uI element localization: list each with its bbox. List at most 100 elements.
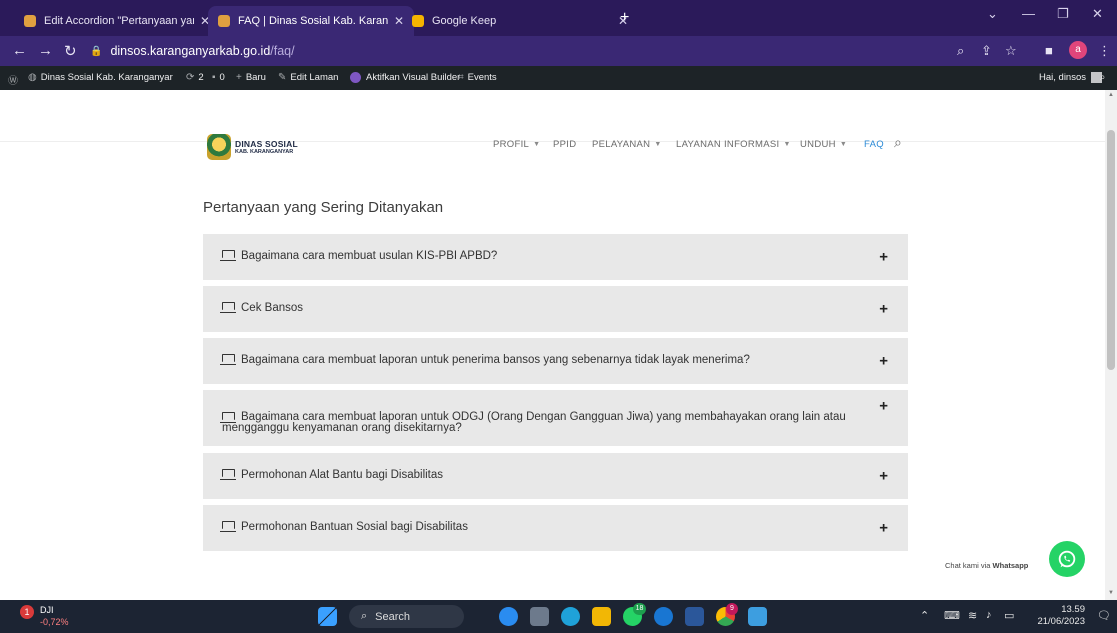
file-explorer-icon[interactable] — [592, 607, 611, 626]
page-scrollbar[interactable]: ▲ ▼ — [1105, 90, 1117, 600]
whatsapp-icon — [1058, 550, 1076, 568]
restore-icon[interactable]: ❐ — [1057, 6, 1069, 22]
browser-toolbar: ← → ↻ 🔒 dinsos.karanganyarkab.go.id/faq/… — [0, 36, 1117, 66]
wp-updates[interactable]: ⟳ 2 — [186, 72, 204, 83]
word-icon[interactable] — [685, 607, 704, 626]
expand-plus-icon[interactable]: + — [879, 397, 888, 414]
comment-icon: ▪ — [212, 72, 216, 83]
karanganyar-emblem-icon — [207, 134, 231, 160]
zoom-icon[interactable]: ⌕ — [957, 43, 964, 59]
skype-icon[interactable] — [654, 607, 673, 626]
stock-widget-icon[interactable]: 1 — [20, 605, 40, 625]
site-search-icon[interactable]: ⌕ — [894, 134, 902, 151]
browser-tab-bar: Edit Accordion "Pertanyaan yang ✕ FAQ | … — [0, 0, 1117, 36]
scroll-down-icon[interactable]: ▼ — [1108, 590, 1114, 596]
nav-pelayanan[interactable]: PELAYANAN ▼ — [592, 139, 662, 150]
lock-icon[interactable]: 🔒 — [90, 46, 102, 57]
url-path: /faq/ — [270, 44, 295, 58]
tray-chevron-up-icon[interactable]: ⌃ — [920, 609, 929, 622]
keyboard-icon[interactable]: ⌨ — [944, 609, 960, 622]
share-icon[interactable]: ⇪ — [981, 43, 992, 59]
notification-icon[interactable]: 🗨 — [1097, 609, 1111, 622]
faq-accordion-item[interactable]: Permohonan Bantuan Sosial bagi Disabilit… — [203, 505, 908, 551]
faq-accordion-item[interactable]: Cek Bansos + — [203, 286, 908, 332]
nav-ppid[interactable]: PPID — [553, 139, 576, 150]
side-panel-icon[interactable]: ■ — [1045, 43, 1053, 58]
bookmark-star-icon[interactable]: ☆ — [1005, 43, 1017, 59]
reload-icon[interactable]: ↻ — [64, 42, 77, 60]
clock-date: 21/06/2023 — [1037, 616, 1085, 627]
profile-avatar[interactable]: a — [1069, 41, 1087, 59]
whatsapp-app-icon[interactable]: 18 — [623, 603, 646, 626]
edge-icon[interactable] — [561, 607, 580, 626]
whatsapp-badge: 18 — [633, 603, 646, 615]
wp-edit-page[interactable]: ✎ Edit Laman — [278, 72, 338, 83]
whatsapp-chat-button[interactable] — [1049, 541, 1085, 577]
wifi-icon[interactable]: ≋ — [968, 609, 977, 622]
nav-unduh[interactable]: UNDUH ▼ — [800, 139, 847, 150]
expand-plus-icon[interactable]: + — [879, 520, 888, 537]
tab-edit-accordion[interactable]: Edit Accordion "Pertanyaan yang ✕ — [14, 6, 220, 36]
nav-layanan-informasi[interactable]: LAYANAN INFORMASI ▼ — [676, 139, 791, 150]
whatsapp-chat-label[interactable]: Chat kami via Whatsapp — [945, 561, 1028, 570]
address-bar[interactable]: 🔒 dinsos.karanganyarkab.go.id/faq/ — [90, 41, 940, 61]
expand-plus-icon[interactable]: + — [879, 353, 888, 370]
wp-site-name[interactable]: ◍ Dinas Sosial Kab. Karanganyar — [28, 72, 173, 83]
stock-change: -0,72% — [40, 617, 69, 627]
site-logo[interactable]: DINAS SOSIAL KAB. KARANGANYAR — [207, 134, 298, 160]
battery-icon[interactable]: ▭ — [1004, 609, 1014, 622]
expand-plus-icon[interactable]: + — [879, 301, 888, 318]
forward-icon[interactable]: → — [38, 42, 53, 59]
clock[interactable]: 13.59 21/06/2023 — [1031, 604, 1085, 628]
task-view-icon[interactable] — [530, 607, 549, 626]
laptop-icon — [220, 521, 236, 532]
chrome-icon[interactable]: 9 — [716, 603, 738, 626]
nav-faq[interactable]: FAQ — [864, 139, 884, 150]
faq-question: Cek Bansos — [241, 302, 304, 314]
url-host: dinsos.karanganyarkab.go.id — [110, 44, 271, 58]
site-header — [0, 90, 1105, 142]
wp-new[interactable]: + Baru — [236, 72, 266, 83]
browser-menu-icon[interactable]: ⋮ — [1098, 43, 1111, 59]
faq-title: Pertanyaan yang Sering Ditanyakan — [203, 199, 444, 216]
laptop-icon — [220, 469, 236, 480]
wp-events[interactable]: ⌗ Events — [458, 72, 497, 83]
wp-search-icon[interactable]: ⌕ — [1100, 72, 1105, 83]
back-icon[interactable]: ← — [12, 42, 27, 59]
wp-account[interactable]: Hai, dinsos — [1039, 72, 1102, 83]
scroll-up-icon[interactable]: ▲ — [1108, 92, 1114, 98]
taskbar-search[interactable]: ⌕ Search — [349, 605, 464, 628]
volume-icon[interactable]: ♪ — [986, 609, 992, 621]
close-window-icon[interactable]: ✕ — [1092, 6, 1103, 22]
faq-accordion-item[interactable]: Bagaimana cara membuat laporan untuk pen… — [203, 338, 908, 384]
new-tab-button[interactable]: + — [620, 10, 629, 26]
tab-title: Edit Accordion "Pertanyaan yang — [44, 15, 194, 27]
bing-icon[interactable] — [499, 607, 518, 626]
wp-visual-builder[interactable]: Aktifkan Visual Builder — [350, 72, 460, 83]
laptop-icon — [220, 302, 236, 313]
search-icon: ⌕ — [361, 610, 368, 622]
minimize-icon[interactable]: — — [1022, 6, 1035, 21]
notepad-icon[interactable] — [748, 607, 767, 626]
expand-plus-icon[interactable]: + — [879, 468, 888, 485]
faq-accordion-item[interactable]: Bagaimana cara membuat laporan untuk ODG… — [203, 390, 908, 446]
wp-comments[interactable]: ▪ 0 — [212, 72, 225, 83]
pencil-icon: ✎ — [278, 72, 287, 83]
chevron-down-icon: ▼ — [783, 141, 791, 148]
windows-start-icon[interactable] — [318, 607, 337, 626]
faq-accordion-item[interactable]: Permohonan Alat Bantu bagi Disabilitas + — [203, 453, 908, 499]
tab-title: FAQ | Dinas Sosial Kab. Karangan — [238, 15, 388, 27]
tab-google-keep[interactable]: Google Keep ✕ — [402, 6, 638, 36]
wordpress-logo-icon[interactable]: Ⓦ — [8, 72, 22, 87]
faq-question: Permohonan Bantuan Sosial bagi Disabilit… — [241, 521, 468, 533]
wp-admin-bar: Ⓦ ◍ Dinas Sosial Kab. Karanganyar ⟳ 2 ▪ 0 +… — [0, 66, 1117, 90]
tab-search-chevron-icon[interactable]: ⌄ — [987, 6, 998, 22]
faq-accordion-item[interactable]: Bagaimana cara membuat usulan KIS-PBI AP… — [203, 234, 908, 280]
laptop-icon — [220, 250, 236, 261]
chevron-down-icon: ▼ — [839, 141, 848, 148]
tab-faq-dinsos[interactable]: FAQ | Dinas Sosial Kab. Karangan ✕ — [208, 6, 415, 36]
nav-profil[interactable]: PROFIL ▼ — [493, 139, 540, 150]
scrollbar-thumb[interactable] — [1107, 130, 1115, 370]
expand-plus-icon[interactable]: + — [879, 249, 888, 266]
chevron-down-icon: ▼ — [533, 141, 541, 148]
